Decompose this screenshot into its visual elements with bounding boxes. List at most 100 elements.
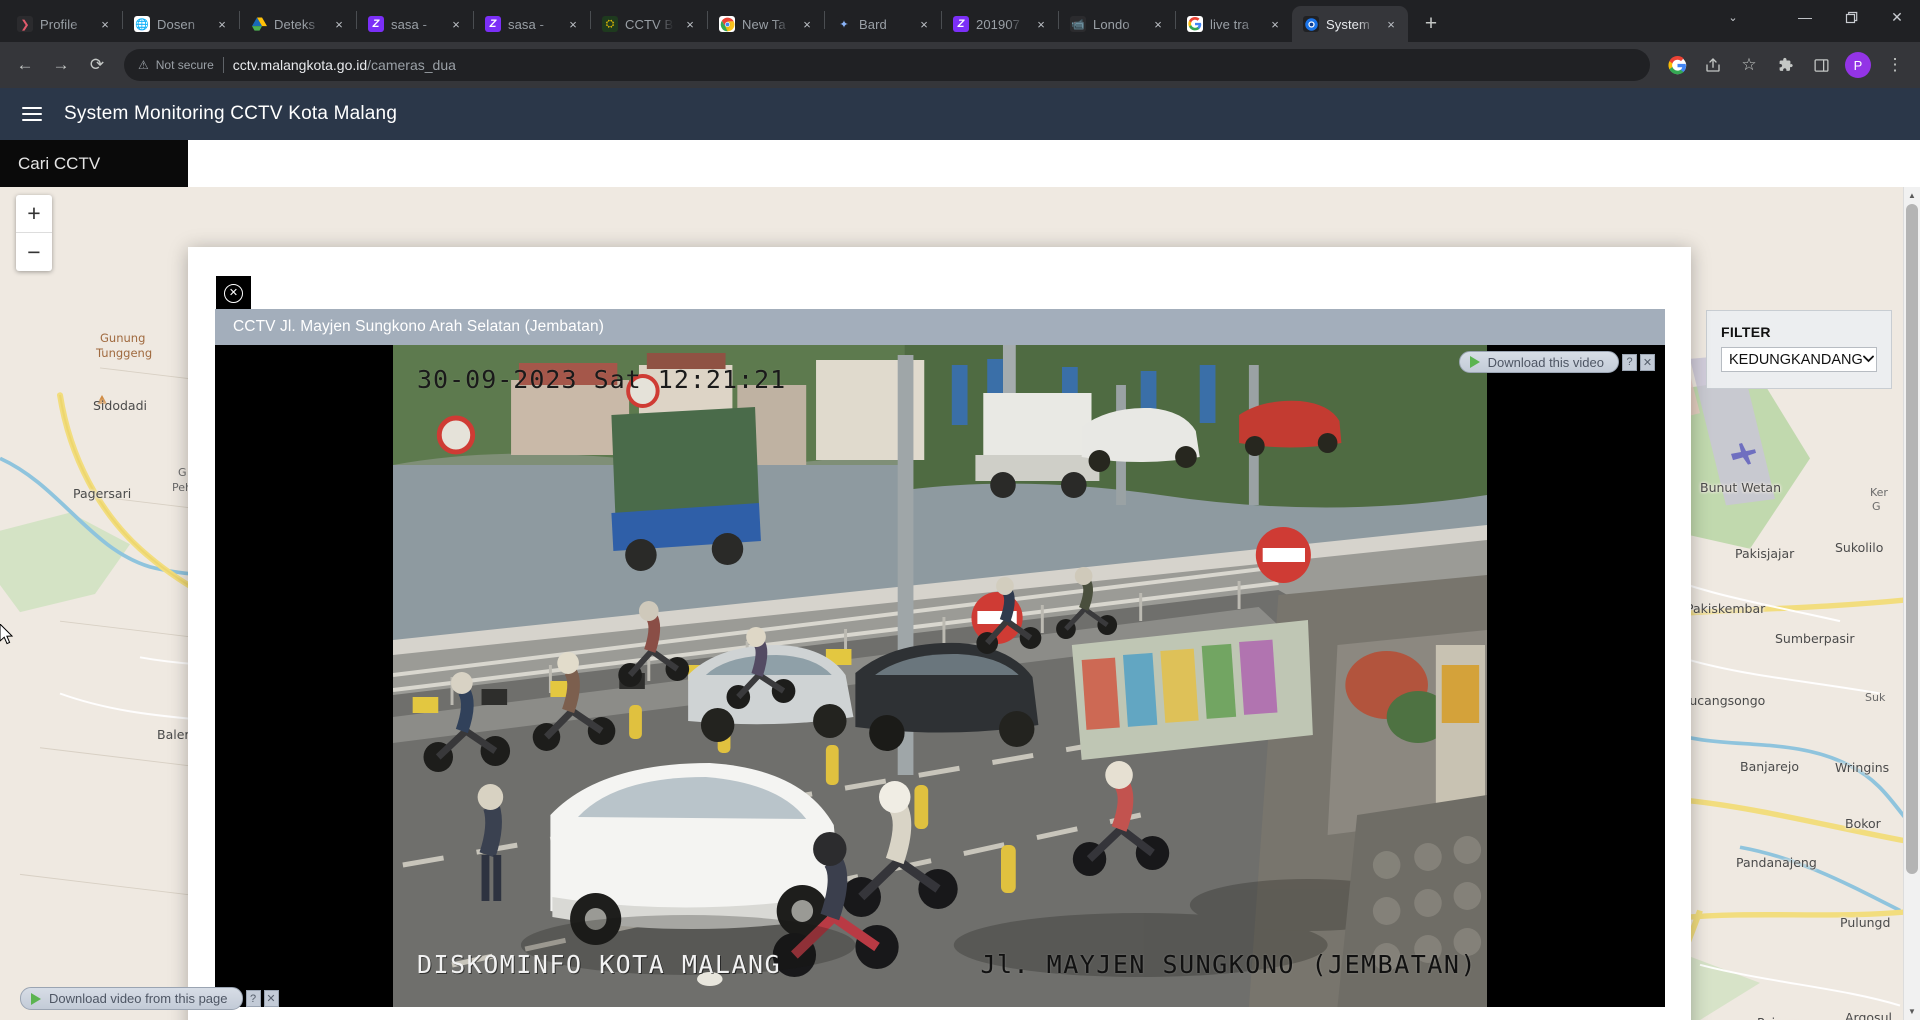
new-tab-button[interactable]: +	[1416, 9, 1446, 39]
tab-close-button[interactable]: ×	[96, 15, 114, 33]
tab-close-button[interactable]: ×	[1149, 15, 1167, 33]
forward-button[interactable]: →	[44, 48, 78, 82]
map-place-label: Bunut Wetan	[1700, 480, 1782, 495]
download-this-video-label: Download this video	[1487, 354, 1604, 370]
map-place-label: Pucangsongo	[1682, 693, 1766, 708]
google-lens-icon[interactable]	[1660, 48, 1694, 82]
browser-tab[interactable]: ⛭ CCTV B ×	[591, 6, 707, 42]
cctv-icon: ⛭	[602, 16, 618, 32]
page-download-bar: Download video from this page ? ✕	[20, 987, 279, 1010]
browser-tab[interactable]: 📹 Londo ×	[1059, 6, 1175, 42]
search-cctv-label[interactable]: Cari CCTV	[0, 140, 188, 187]
browser-tab[interactable]: ❯ Profile ×	[6, 6, 122, 42]
window-controls: ⌄ — ✕	[1710, 0, 1920, 42]
map-place-label: Bokor	[1845, 816, 1881, 831]
minimize-button[interactable]: —	[1782, 0, 1828, 34]
video-pillarbox-right	[1487, 345, 1665, 1007]
tab-title: System	[1326, 16, 1370, 32]
maximize-button[interactable]	[1828, 0, 1874, 34]
close-window-button[interactable]: ✕	[1874, 0, 1920, 34]
tab-close-button[interactable]: ×	[330, 15, 348, 33]
map-place-label: Sukolilo	[1835, 540, 1884, 555]
play-triangle-icon	[1469, 356, 1480, 368]
chrome-icon	[719, 16, 735, 32]
map-place-label: Tunggeng	[96, 346, 153, 360]
map-place-label: Argosul	[1845, 1010, 1892, 1020]
back-button[interactable]: ←	[8, 48, 42, 82]
bookmark-star-icon[interactable]: ☆	[1732, 48, 1766, 82]
tab-close-button[interactable]: ×	[1032, 15, 1050, 33]
browser-tab[interactable]: Zsasa - ×	[474, 6, 590, 42]
browser-tab[interactable]: Zsasa - ×	[357, 6, 473, 42]
download-video-from-page-button[interactable]: Download video from this page	[20, 987, 243, 1010]
url-path: /cameras_dua	[367, 57, 456, 73]
map-place-label: Pulungd	[1840, 915, 1891, 930]
tab-close-button[interactable]: ×	[213, 15, 231, 33]
browser-tab[interactable]: 🌐 Dosen ×	[123, 6, 239, 42]
video-watermark-agency: DISKOMINFO KOTA MALANG	[417, 950, 782, 979]
modal-close-button[interactable]: ✕	[216, 276, 251, 311]
tab-close-button[interactable]: ×	[447, 15, 465, 33]
browser-tab[interactable]: live tra ×	[1176, 6, 1292, 42]
hamburger-icon[interactable]	[22, 107, 42, 121]
profile-icon: ❯	[17, 16, 33, 32]
tab-title: Profile	[40, 16, 78, 32]
cctv-video-modal: ✕ CCTV Jl. Mayjen Sungkono Arah Selatan …	[188, 247, 1691, 1020]
zoom-out-button[interactable]: −	[16, 233, 52, 271]
url-domain: cctv.malangkota.go.id	[232, 57, 368, 73]
tab-close-button[interactable]: ×	[798, 15, 816, 33]
map-place-label: Pagersari	[73, 486, 132, 501]
page-download-help-button[interactable]: ?	[245, 990, 261, 1007]
filter-district-select[interactable]: KEDUNGKANDANG	[1721, 347, 1877, 372]
map-place-label: G	[178, 466, 187, 479]
tab-close-button[interactable]: ×	[1266, 15, 1284, 33]
video-still-image	[393, 345, 1487, 1007]
video-watermark-location: Jl. MAYJEN SUNGKONO (JEMBATAN)	[980, 950, 1477, 979]
video-player[interactable]: CCTV Jl. Mayjen Sungkono Arah Selatan (J…	[215, 309, 1665, 1007]
play-triangle-icon	[31, 992, 41, 1005]
share-icon[interactable]	[1696, 48, 1730, 82]
sasa-icon: Z	[953, 16, 969, 32]
browser-tab[interactable]: Z 201907 ×	[942, 6, 1058, 42]
tab-title: Dosen	[157, 16, 196, 32]
download-overlay-help-button[interactable]: ?	[1622, 353, 1637, 371]
browser-tab-active[interactable]: System ×	[1292, 6, 1408, 42]
page-scrollbar[interactable]: ▲ ▼	[1903, 187, 1920, 1020]
tab-title: Bard	[859, 16, 887, 32]
close-icon: ✕	[224, 284, 243, 303]
map-place-label: Pakisjajar	[1735, 546, 1795, 561]
tab-close-button[interactable]: ×	[1382, 15, 1400, 33]
extensions-puzzle-icon[interactable]	[1768, 48, 1802, 82]
side-panel-icon[interactable]	[1804, 48, 1838, 82]
map-zoom-controls[interactable]: + −	[16, 195, 52, 271]
security-indicator[interactable]: ⚠ Not secure	[138, 58, 214, 72]
map-place-label: Sidodadi	[93, 398, 147, 413]
map-place-label: Suk	[1865, 691, 1886, 704]
download-this-video-button[interactable]: Download this video	[1458, 351, 1619, 373]
map-place-label: Sumberpasir	[1775, 631, 1855, 646]
reload-button[interactable]: ⟳	[80, 48, 114, 82]
map-place-label: Gunung	[100, 331, 146, 345]
scroll-up-arrow[interactable]: ▲	[1904, 187, 1920, 204]
profile-avatar[interactable]: P	[1845, 52, 1871, 78]
tab-strip: ❯ Profile × 🌐 Dosen × Deteks × Zsasa - × Zsasa - …	[0, 0, 1920, 42]
tab-close-button[interactable]: ×	[915, 15, 933, 33]
browser-tab[interactable]: New Ta ×	[708, 6, 824, 42]
tab-search-chevron-icon[interactable]: ⌄	[1710, 0, 1756, 34]
page-download-close-button[interactable]: ✕	[263, 990, 279, 1007]
download-video-overlay: Download this video ? ✕	[1458, 351, 1655, 373]
zoom-in-button[interactable]: +	[16, 195, 52, 233]
omnibox-divider	[222, 57, 224, 73]
address-bar[interactable]: ⚠ Not secure cctv.malangkota.go.id/camer…	[124, 49, 1650, 81]
filter-selected-value: KEDUNGKANDANG	[1729, 351, 1863, 368]
browser-tab[interactable]: ✦ Bard ×	[825, 6, 941, 42]
tab-close-button[interactable]: ×	[564, 15, 582, 33]
browser-menu-icon[interactable]: ⋮	[1878, 48, 1912, 82]
bard-sparkle-icon: ✦	[836, 16, 852, 32]
tab-close-button[interactable]: ×	[681, 15, 699, 33]
scroll-down-arrow[interactable]: ▼	[1904, 1003, 1920, 1020]
download-overlay-close-button[interactable]: ✕	[1640, 353, 1655, 371]
security-label: Not secure	[155, 58, 214, 72]
browser-tab[interactable]: Deteks ×	[240, 6, 356, 42]
scrollbar-thumb[interactable]	[1906, 204, 1918, 874]
